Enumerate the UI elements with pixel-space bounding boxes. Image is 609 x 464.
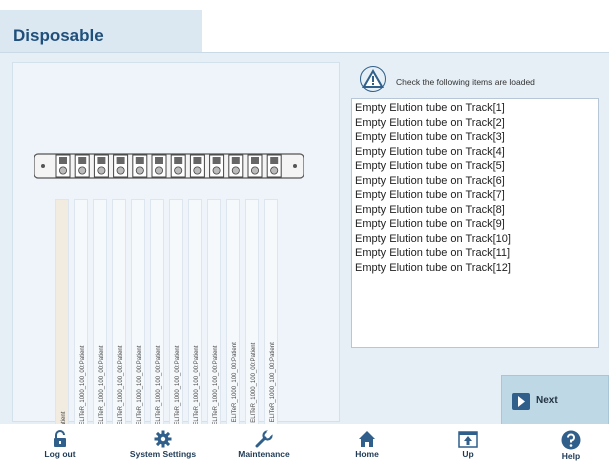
list-item: Empty Elution tube on Track[1] [355,102,505,114]
list-item: Empty Elution tube on Track[9] [355,218,505,230]
help-icon [561,430,581,450]
rack-slot [55,154,71,178]
track-label-column: EG 9:CMV ELITeR_1000_100_00:Patient [207,199,221,461]
rack-slot [189,154,205,178]
page-title: Disposable [13,26,104,45]
maintenance-button[interactable]: Maintenance [219,430,309,464]
next-button[interactable]: Next [501,375,609,425]
up-button[interactable]: Up [423,430,513,464]
logout-label: Log out [44,449,76,459]
rack-slot [113,154,129,178]
list-item: Empty Elution tube on Track[10] [355,232,511,245]
home-button[interactable]: Home [322,430,412,464]
list-item: Empty Elution tube on Track[5] [355,160,505,172]
help-label: Help [561,451,581,461]
track-label-column: EG 7:CMV ELITeR_1000_100_00:Patient [169,199,183,461]
list-item: Empty Elution tube on Track[3] [355,131,505,143]
rack-slot [151,154,167,178]
list-item: Empty Elution tube on Track[8] [355,203,505,216]
home-label: Home [355,449,379,459]
list-item: Empty Elution tube on Track[7] [355,189,505,201]
lock-icon [54,430,66,447]
rack-slot [132,154,148,178]
track-label-column: EG 10:CMV ELITeR_1000_100_00:Patient [226,199,240,461]
track-label-column: EI 00_00:Patient [55,199,69,461]
instruction-text: Check the following items are loaded [396,77,535,87]
track-label-column: EG 12:CMV ELITeR_1000_100_00:Patient [264,199,278,461]
rack-slot [247,154,263,178]
warning-icon [360,66,386,92]
system-settings-label: System Settings [129,449,197,459]
track-label-column: EG 8:CMV ELITeR_1000_100_00:Patient [188,199,202,461]
track-label-column: EG 4:CMV ELITeR_1000_100_00:Patient [112,199,126,461]
list-item: Empty Elution tube on Track[11] [355,247,511,259]
items-list[interactable]: Empty Elution tube on Track[1] Empty Elut… [351,98,599,348]
up-label: Up [462,449,474,459]
home-icon [359,431,375,447]
track-label-column: EG 6:CMV ELITeR_1000_100_00:Patient [150,199,164,461]
track-label-column: EG 3:CMV ELITeR_1000_100_00:Patient [93,199,107,461]
next-button-label: Next [536,395,558,406]
next-arrow-icon [512,393,530,410]
elution-rack-image [34,153,304,179]
help-button[interactable]: Help [526,430,609,464]
footer-bar: Log out System Settings Maintenance Home… [0,424,609,464]
logout-button[interactable]: Log out [15,430,105,464]
list-item: Empty Elution tube on Track[2] [355,116,505,129]
list-item: Empty Elution tube on Track[4] [355,145,505,158]
system-settings-button[interactable]: System Settings [118,430,208,464]
rack-slot [266,154,282,178]
rack-slot [170,154,186,178]
maintenance-label: Maintenance [238,449,290,459]
list-item: Empty Elution tube on Track[6] [355,174,505,187]
rack-slot [228,154,244,178]
rack-slot [209,154,225,178]
main-content: EI 00_00:Patient EG 2:CMV ELITeR_1000_100… [0,52,609,461]
list-item: Empty Elution tube on Track[12] [355,261,511,274]
up-arrow-icon [458,431,478,448]
track-label-column: EG 11:CMV ELITeR_1000_100_00:Patient [245,199,259,461]
track-label-column: EG 5:CMV ELITeR_1000_100_00:Patient [131,199,145,461]
track-label-column: EG 2:CMV ELITeR_1000_100_00:Patient [74,199,88,461]
rack-slot [74,154,90,178]
rack-slot [93,154,109,178]
wrench-icon [255,430,273,448]
gear-icon [154,430,172,448]
track-labels: EI 00_00:Patient EG 2:CMV ELITeR_1000_100… [55,199,290,461]
